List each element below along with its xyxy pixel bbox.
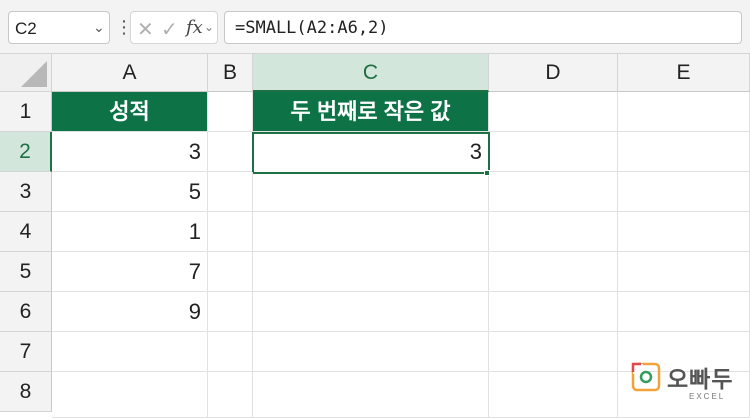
row-header-4[interactable]: 4 [0, 212, 52, 252]
watermark-sub-text: EXCEL [689, 392, 726, 401]
cell-a5[interactable]: 7 [52, 252, 208, 292]
cell-b6[interactable] [208, 292, 253, 332]
cell-c1[interactable]: 두 번째로 작은 값 [253, 92, 489, 132]
cell-d3[interactable] [489, 172, 618, 212]
cell-c4[interactable] [253, 212, 489, 252]
row-header-8[interactable]: 8 [0, 372, 52, 412]
column-header-c[interactable]: C [253, 54, 489, 92]
formula-input[interactable]: =SMALL(A2:A6,2) [224, 11, 742, 44]
watermark-brand-text: 오빠두 [667, 366, 734, 392]
column-header-e[interactable]: E [618, 54, 750, 92]
cell-e3[interactable] [618, 172, 750, 212]
select-all-button[interactable] [0, 54, 52, 92]
column-header-d[interactable]: D [489, 54, 618, 92]
cell-a3[interactable]: 5 [52, 172, 208, 212]
fill-handle[interactable] [484, 170, 490, 176]
cell-e4[interactable] [618, 212, 750, 252]
cell-e5[interactable] [618, 252, 750, 292]
cell-e2[interactable] [618, 132, 750, 172]
select-all-triangle-icon [21, 61, 47, 87]
column-header-a[interactable]: A [52, 54, 208, 92]
cell-a7[interactable] [52, 332, 208, 372]
cell-d1[interactable] [489, 92, 618, 132]
column-header-b[interactable]: B [208, 54, 253, 92]
cell-d7[interactable] [489, 332, 618, 372]
cancel-icon[interactable]: ✕ [137, 17, 154, 42]
row-header-3[interactable]: 3 [0, 172, 52, 212]
cell-b5[interactable] [208, 252, 253, 292]
cell-c8[interactable] [253, 372, 489, 418]
cell-c7[interactable] [253, 332, 489, 372]
cell-b7[interactable] [208, 332, 253, 372]
watermark-logo: 오빠두 EXCEL [631, 358, 741, 406]
cell-d8[interactable] [489, 372, 618, 418]
brand-logo-icon [631, 362, 661, 392]
formula-buttons: ✕ ✓ fx ⌄ [130, 11, 218, 44]
cell-b2[interactable] [208, 132, 253, 172]
formula-bar: C2 ⌄ ⋮ ✕ ✓ fx ⌄ =SMALL(A2:A6,2) [0, 0, 750, 54]
cell-a6[interactable]: 9 [52, 292, 208, 332]
enter-icon[interactable]: ✓ [161, 17, 178, 42]
row-header-6[interactable]: 6 [0, 292, 52, 332]
formula-text: =SMALL(A2:A6,2) [235, 18, 389, 38]
cell-e6[interactable] [618, 292, 750, 332]
cell-a2[interactable]: 3 [52, 132, 208, 172]
cell-b8[interactable] [208, 372, 253, 418]
row-header-2[interactable]: 2 [0, 132, 52, 172]
cell-b3[interactable] [208, 172, 253, 212]
cell-c6[interactable] [253, 292, 489, 332]
name-box-value: C2 [15, 19, 37, 38]
cell-b4[interactable] [208, 212, 253, 252]
cell-e1[interactable] [618, 92, 750, 132]
cell-d2[interactable] [490, 132, 618, 172]
row-header-1[interactable]: 1 [0, 92, 52, 132]
row-header-5[interactable]: 5 [0, 252, 52, 292]
cell-d6[interactable] [489, 292, 618, 332]
row-header-7[interactable]: 7 [0, 332, 52, 372]
name-box[interactable]: C2 ⌄ [8, 11, 110, 44]
cell-a4[interactable]: 1 [52, 212, 208, 252]
cell-c3[interactable] [253, 174, 489, 212]
chevron-down-icon[interactable]: ⌄ [204, 20, 214, 34]
cell-a1[interactable]: 성적 [52, 92, 208, 132]
cell-d5[interactable] [489, 252, 618, 292]
chevron-down-icon[interactable]: ⌄ [93, 19, 105, 36]
cell-d4[interactable] [489, 212, 618, 252]
cell-c2-active[interactable]: 3 [252, 132, 490, 174]
insert-function-icon[interactable]: fx [186, 17, 203, 38]
cell-b1[interactable] [208, 92, 253, 132]
cell-c5[interactable] [253, 252, 489, 292]
cell-a8[interactable] [52, 372, 208, 418]
